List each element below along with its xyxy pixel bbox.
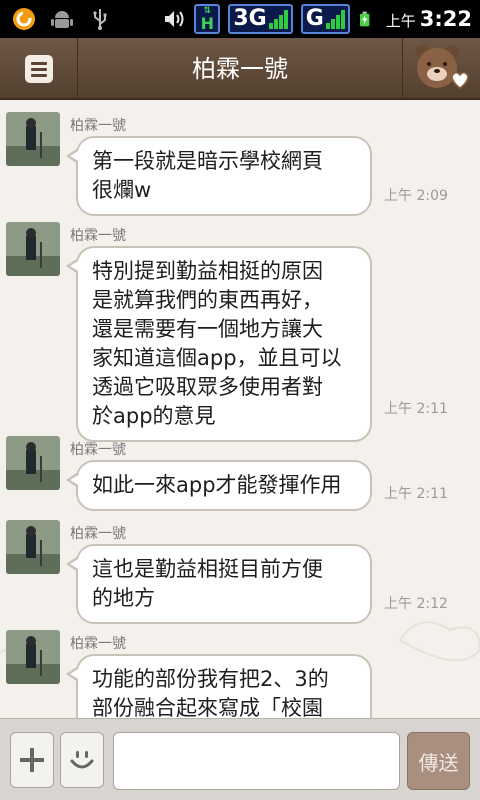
message-line: 很爛w [92, 178, 152, 202]
message-row: 柏霖一號 這也是勤益相挺目前方便 的地方 上午 2:12 [0, 520, 480, 624]
menu-button[interactable] [0, 38, 78, 100]
send-button[interactable]: 傳送 [407, 732, 470, 790]
message-row: 柏霖一號 功能的部份我有把2、3的 部份融合起來寫成「校園 [0, 630, 480, 718]
status-bar: ⇅ H 3G G 上午 3:22 [0, 0, 480, 38]
sender-name: 柏霖一號 [70, 442, 126, 458]
message-bubble[interactable]: 第一段就是暗示學校網頁 很爛w [66, 136, 372, 216]
chat-area[interactable]: 柏霖一號 第一段就是暗示學校網頁 很爛w 上午 2:09 柏霖一號 特別提到勤益… [0, 100, 480, 718]
message-bubble[interactable]: 功能的部份我有把2、3的 部份融合起來寫成「校園 [66, 654, 372, 718]
avatar[interactable] [6, 630, 60, 684]
app-notification-icon [13, 8, 35, 30]
message-line: 第一段就是暗示學校網頁 [92, 149, 323, 173]
message-line: 這也是勤益相挺目前方便 [92, 557, 323, 581]
message-line: 部份融合起來寫成「校園 [92, 696, 323, 718]
message-line: 透過它吸取眾多使用者對 [92, 375, 323, 399]
emoticon-button[interactable] [60, 732, 104, 788]
message-line: 如此一來app才能發揮作用 [92, 473, 342, 497]
message-line: 還是需要有一個地方讓大 [92, 317, 323, 341]
avatar[interactable] [6, 112, 60, 166]
page-title: 柏霖一號 [192, 55, 288, 83]
message-row: 柏霖一號 如此一來app才能發揮作用 上午 2:11 [0, 436, 480, 512]
status-clock: 3:22 [419, 7, 472, 31]
message-bubble[interactable]: 如此一來app才能發揮作用 [66, 460, 372, 511]
bear-heart-icon [414, 45, 469, 89]
message-line: 家知道這個app，並且可以 [92, 346, 342, 370]
avatar[interactable] [6, 222, 60, 276]
message-time: 上午 2:12 [384, 596, 448, 612]
add-attachment-button[interactable] [10, 732, 54, 788]
volume-icon [165, 11, 184, 27]
avatar[interactable] [6, 436, 60, 490]
sender-name: 柏霖一號 [70, 228, 126, 244]
message-bubble[interactable]: 這也是勤益相挺目前方便 的地方 [66, 544, 372, 624]
usb-icon [93, 9, 107, 30]
sender-name: 柏霖一號 [70, 636, 126, 652]
message-time: 上午 2:11 [384, 401, 448, 417]
sender-name: 柏霖一號 [70, 526, 126, 542]
message-input[interactable] [113, 732, 400, 790]
message-time: 上午 2:11 [384, 486, 448, 502]
sticker-bear-button[interactable] [402, 38, 480, 100]
plus-icon [20, 748, 44, 772]
message-row: 柏霖一號 第一段就是暗示學校網頁 很爛w 上午 2:09 [0, 112, 480, 216]
message-line: 是就算我們的東西再好， [92, 288, 323, 312]
message-line: 的地方 [92, 586, 155, 610]
status-ampm: 上午 [385, 12, 416, 30]
signal-3g-icon: 3G [228, 4, 293, 34]
message-line: 功能的部份我有把2、3的 [92, 667, 329, 691]
android-debug-icon [51, 11, 73, 28]
message-bubble[interactable]: 特別提到勤益相挺的原因 是就算我們的東西再好， 還是需要有一個地方讓大 家知道這… [66, 246, 372, 442]
avatar[interactable] [6, 520, 60, 574]
message-line: 特別提到勤益相挺的原因 [92, 259, 323, 283]
sender-name: 柏霖一號 [70, 118, 126, 134]
input-bar: 傳送 [0, 718, 480, 800]
message-line: 於app的意見 [92, 404, 216, 428]
hspa-icon: ⇅ H [194, 4, 221, 34]
chat-header: 柏霖一號 [0, 38, 480, 100]
smiley-icon [70, 751, 94, 769]
message-row: 柏霖一號 特別提到勤益相挺的原因 是就算我們的東西再好， 還是需要有一個地方讓大… [0, 222, 480, 442]
menu-icon [24, 55, 53, 83]
signal-g-icon: G [300, 4, 350, 34]
battery-charging-icon [359, 11, 370, 27]
message-time: 上午 2:09 [384, 188, 448, 204]
